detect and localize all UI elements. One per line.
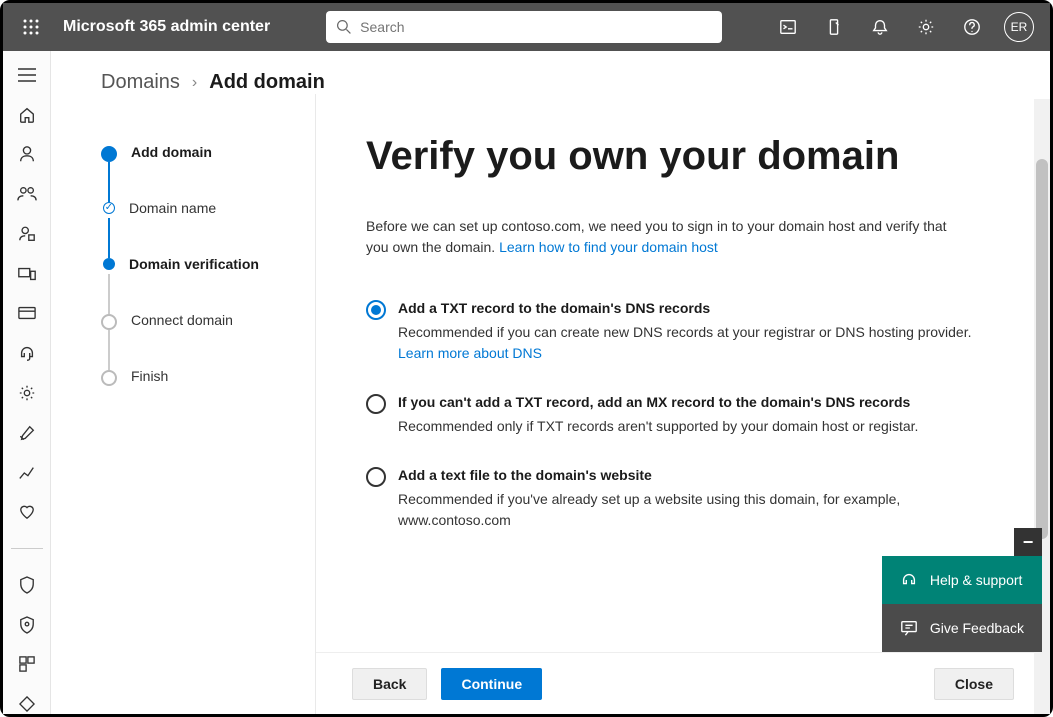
breadcrumb: Domains › Add domain [51,51,1050,94]
chevron-right-icon: › [192,74,197,92]
minimize-icon[interactable]: − [1014,528,1042,556]
role-icon[interactable] [11,224,43,244]
gear-icon[interactable] [904,3,948,51]
close-button[interactable]: Close [934,668,1014,700]
support-icon[interactable] [11,343,43,363]
option-txt-record[interactable]: Add a TXT record to the domain's DNS rec… [366,300,990,364]
search-icon [336,19,352,35]
user-icon[interactable] [11,145,43,165]
page-description: Before we can set up contoso.com, we nee… [366,216,966,258]
step-connect-domain: Connect domain [101,312,315,368]
breadcrumb-parent[interactable]: Domains [101,71,180,94]
step-finish: Finish [101,368,315,424]
page-title: Verify you own your domain [366,134,990,178]
help-support-button[interactable]: Help & support [882,556,1042,604]
home-icon[interactable] [11,105,43,125]
shell-icon[interactable] [766,3,810,51]
app-title: Microsoft 365 admin center [63,18,270,36]
settings-icon[interactable] [11,383,43,403]
search-box[interactable] [326,11,722,43]
continue-button[interactable]: Continue [441,668,542,700]
option-mx-record[interactable]: If you can't add a TXT record, add an MX… [366,394,990,437]
chat-icon [900,619,918,637]
option-text-file[interactable]: Add a text file to the domain's website … [366,467,990,531]
back-button[interactable]: Back [352,668,427,700]
give-feedback-button[interactable]: Give Feedback [882,604,1042,652]
search-container [326,11,722,43]
bell-icon[interactable] [858,3,902,51]
diamond-icon[interactable] [11,694,43,714]
footer-bar: Back Continue Close [316,652,1050,714]
step-domain-verification: Domain verification [101,256,315,312]
avatar[interactable]: ER [1004,12,1034,42]
reports-icon[interactable] [11,463,43,483]
learn-dns-link[interactable]: Learn more about DNS [398,345,542,361]
radio-mx[interactable] [366,394,386,414]
find-domain-host-link[interactable]: Learn how to find your domain host [499,239,718,255]
radio-txt[interactable] [366,300,386,320]
step-domain-name: Domain name [101,200,315,256]
scrollbar-thumb[interactable] [1036,159,1048,539]
breadcrumb-current: Add domain [209,71,325,94]
help-icon[interactable] [950,3,994,51]
app-launcher-icon[interactable] [11,3,51,51]
top-icons: ER [766,3,1042,51]
devices-icon[interactable] [11,264,43,284]
billing-icon[interactable] [11,304,43,324]
shield-icon[interactable] [11,575,43,595]
top-bar: Microsoft 365 admin center ER [3,3,1050,51]
content-area: Domains › Add domain Add domain Domain n… [51,51,1050,714]
headset-icon [900,571,918,589]
apps-icon[interactable] [11,655,43,675]
main-area: Domains › Add domain Add domain Domain n… [3,51,1050,714]
stepper: Add domain Domain name Domain verificati… [51,94,316,714]
shield-lock-icon[interactable] [11,615,43,635]
step-add-domain: Add domain [101,144,315,200]
group-icon[interactable] [11,184,43,204]
left-rail [3,51,51,714]
mobile-icon[interactable] [812,3,856,51]
rail-separator [11,548,43,549]
help-widget: − Help & support Give Feedback [882,528,1042,652]
search-input[interactable] [360,19,712,35]
health-icon[interactable] [11,502,43,522]
radio-file[interactable] [366,467,386,487]
hamburger-icon[interactable] [11,65,43,85]
setup-icon[interactable] [11,423,43,443]
